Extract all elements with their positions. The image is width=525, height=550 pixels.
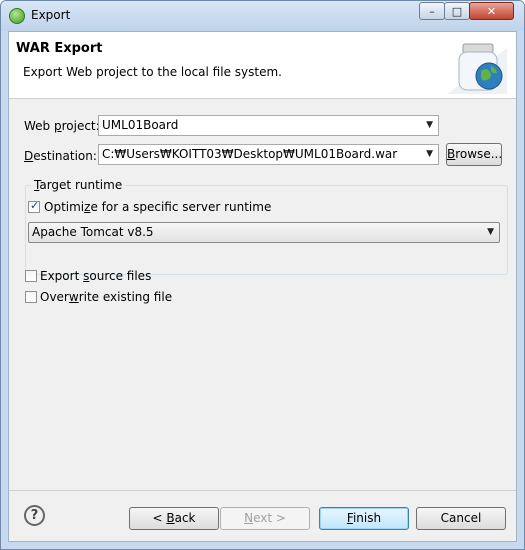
close-icon: ✕ [486, 5, 497, 18]
title-bar[interactable]: Export – □ ✕ [1, 1, 524, 31]
destination-combo[interactable]: C:₩Users₩KOITT03₩Desktop₩UML01Board.war … [98, 144, 439, 165]
minimize-icon: – [429, 5, 435, 18]
finish-button[interactable]: Finish [319, 507, 409, 530]
dialog-body: WAR Export Export Web project to the loc… [8, 31, 517, 542]
dropdown-arrow-icon[interactable]: ▼ [426, 149, 433, 159]
web-project-label: Web project: [24, 119, 100, 133]
server-runtime-value: Apache Tomcat v8.5 [32, 225, 154, 239]
destination-label: Destination: [24, 149, 97, 163]
help-icon[interactable]: ? [24, 505, 45, 526]
optimize-runtime-checkbox[interactable]: ✓ [28, 199, 40, 213]
export-source-checkbox[interactable] [25, 270, 37, 282]
maximize-button[interactable]: □ [444, 2, 470, 20]
dropdown-arrow-icon[interactable]: ▼ [487, 227, 494, 237]
maximize-icon: □ [451, 5, 463, 18]
server-runtime-select[interactable]: Apache Tomcat v8.5 ▼ [28, 222, 500, 243]
overwrite-existing-checkbox[interactable] [25, 291, 37, 303]
eclipse-app-icon [9, 8, 25, 24]
browse-button[interactable]: Browse... [446, 143, 502, 166]
cancel-button[interactable]: Cancel [416, 507, 506, 530]
minimize-button[interactable]: – [419, 2, 445, 20]
target-runtime-label: Target runtime [31, 178, 126, 192]
optimize-runtime-label[interactable]: Optimize for a specific server runtime [44, 200, 271, 214]
overwrite-existing-label[interactable]: Overwrite existing file [40, 290, 172, 304]
back-button[interactable]: < Back [129, 507, 219, 530]
footer-divider [9, 490, 516, 491]
dropdown-arrow-icon[interactable]: ▼ [426, 120, 433, 130]
war-jar-globe-icon [447, 43, 507, 94]
page-title: WAR Export [16, 41, 103, 56]
page-description: Export Web project to the local file sys… [23, 65, 282, 79]
export-source-label[interactable]: Export source files [40, 269, 151, 283]
checkmark-icon: ✓ [30, 199, 40, 212]
close-button[interactable]: ✕ [469, 2, 514, 20]
web-project-value: UML01Board [102, 118, 179, 132]
window-title: Export [31, 8, 71, 22]
export-dialog-window: Export – □ ✕ WAR Export Export Web proje… [0, 0, 525, 550]
wizard-header: WAR Export Export Web project to the loc… [9, 32, 516, 99]
destination-value: C:₩Users₩KOITT03₩Desktop₩UML01Board.war [102, 147, 398, 161]
web-project-combo[interactable]: UML01Board ▼ [98, 115, 439, 136]
next-button[interactable]: Next > [220, 507, 310, 530]
